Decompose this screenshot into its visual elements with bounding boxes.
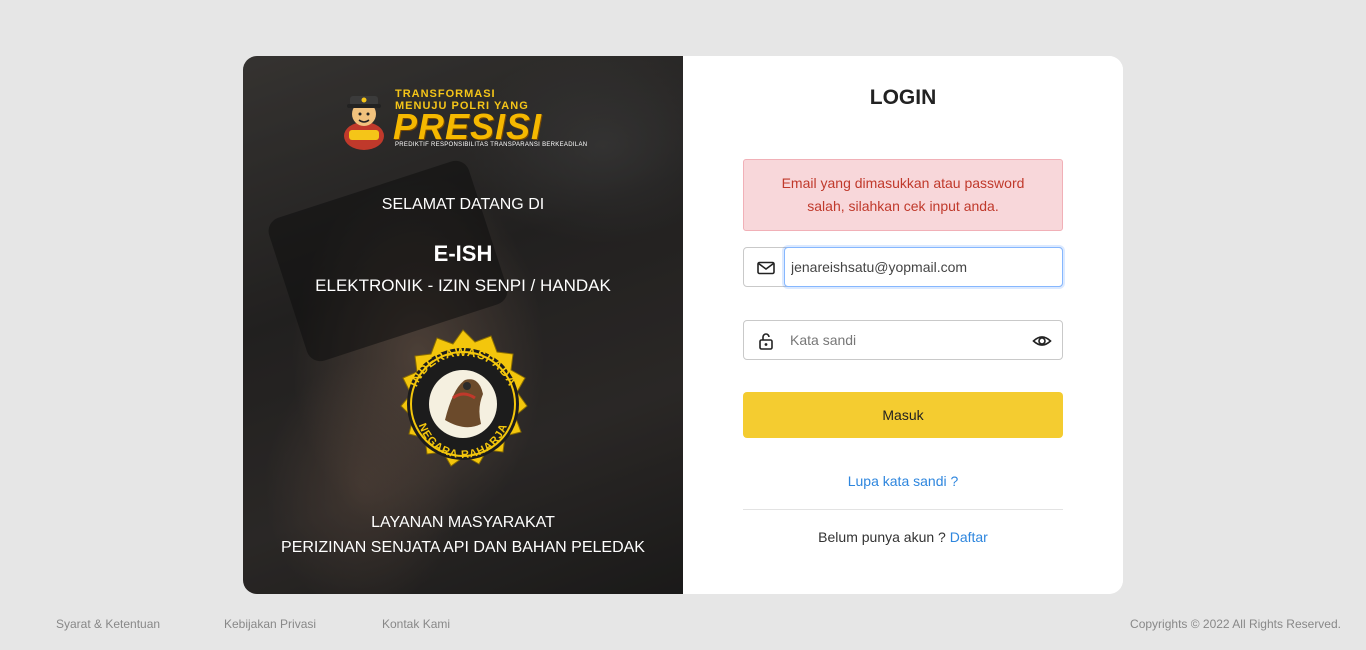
- app-name: E-ISH: [433, 241, 493, 266]
- register-link[interactable]: Daftar: [950, 529, 988, 545]
- hero-panel: TRANSFORMASI MENUJU POLRI YANG PRESISI P…: [243, 56, 683, 594]
- police-mascot-icon: [344, 96, 384, 150]
- footer-copyright: Copyrights © 2022 All Rights Reserved.: [1130, 617, 1341, 631]
- mail-icon: [757, 261, 775, 275]
- footer-privacy-link[interactable]: Kebijakan Privasi: [224, 617, 316, 631]
- hero-footer-line-2: PERIZINAN SENJATA API DAN BAHAN PELEDAK: [281, 539, 645, 556]
- error-alert: Email yang dimasukkan atau password sala…: [743, 159, 1063, 231]
- login-button[interactable]: Masuk: [743, 392, 1063, 438]
- presisi-logo: TRANSFORMASI MENUJU POLRI YANG PRESISI P…: [341, 84, 591, 154]
- no-account-text: Belum punya akun ?: [818, 529, 946, 545]
- password-field: [743, 320, 1063, 360]
- login-card: TRANSFORMASI MENUJU POLRI YANG PRESISI P…: [243, 56, 1123, 594]
- footer-contact-link[interactable]: Kontak Kami: [382, 617, 450, 631]
- logo-tagline-1: TRANSFORMASI: [395, 88, 496, 100]
- hero-footer-line-1: LAYANAN MASYARAKAT: [371, 514, 555, 531]
- emblem-seal-icon: INDERAWASPADA NEGARA RAHARJA: [400, 329, 528, 467]
- register-line: Belum punya akun ? Daftar: [683, 529, 1123, 545]
- divider: [743, 509, 1063, 510]
- forgot-password-link[interactable]: Lupa kata sandi ?: [683, 473, 1123, 489]
- app-full-name: ELEKTRONIK - IZIN SENPI / HANDAK: [315, 276, 611, 295]
- login-panel: LOGIN Email yang dimasukkan atau passwor…: [683, 56, 1123, 594]
- eye-icon[interactable]: [1032, 331, 1052, 351]
- email-input[interactable]: [784, 247, 1063, 287]
- email-field: [743, 247, 1063, 287]
- lock-icon: [759, 333, 773, 350]
- password-input[interactable]: [784, 320, 1024, 360]
- footer-terms-link[interactable]: Syarat & Ketentuan: [56, 617, 160, 631]
- welcome-text: SELAMAT DATANG DI: [381, 196, 545, 213]
- logo-subline: PREDIKTIF RESPONSIBILITAS TRANSPARANSI B…: [395, 142, 588, 148]
- login-title: LOGIN: [869, 86, 937, 109]
